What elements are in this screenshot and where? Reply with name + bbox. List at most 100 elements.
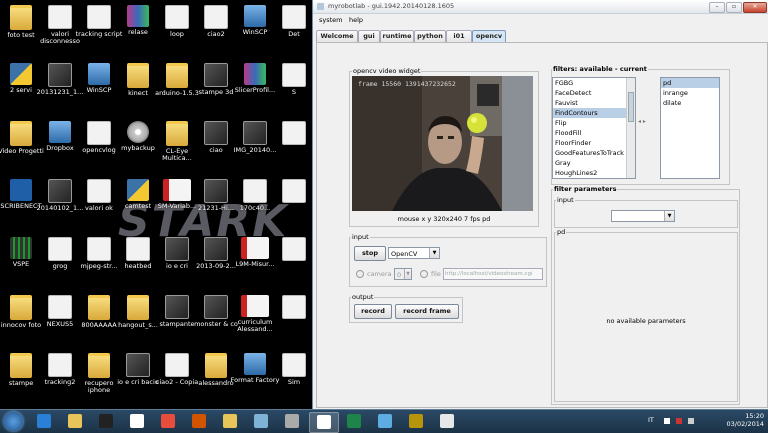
network-icon <box>378 414 392 428</box>
doc-icon <box>87 179 111 203</box>
taskbar-excel-button[interactable] <box>340 412 368 431</box>
taskbar-chrome-button[interactable] <box>154 412 182 431</box>
tab-welcome[interactable]: Welcome <box>316 30 358 42</box>
current-filters-list[interactable]: pd inrange dilate <box>660 77 720 179</box>
camera-index-select[interactable]: 0 ▼ <box>394 268 412 280</box>
img-icon <box>204 237 228 261</box>
title-bar[interactable]: myrobotlab - gui.1942.20140128.1605 – ▫ … <box>313 0 768 14</box>
doc-icon <box>282 353 306 377</box>
exe-icon <box>244 5 266 27</box>
close-button[interactable]: ✕ <box>743 2 767 13</box>
maximize-button[interactable]: ▫ <box>726 2 742 13</box>
video-widget-group: opencv video widget frame 15560 13914372… <box>349 67 539 227</box>
zip-icon <box>244 63 266 85</box>
taskbar-java-button[interactable] <box>123 412 151 431</box>
doc-icon <box>243 179 267 203</box>
taskbar-settings-button[interactable] <box>278 412 306 431</box>
taskbar-network-button[interactable] <box>371 412 399 431</box>
available-filter-item[interactable]: FloodFill <box>553 128 635 138</box>
current-filter-item[interactable]: pd <box>661 78 719 88</box>
current-filter-item[interactable]: dilate <box>661 98 719 108</box>
input-label: input <box>351 233 370 241</box>
available-filter-item[interactable]: FloorFinder <box>553 138 635 148</box>
desktop-icon[interactable] <box>269 176 312 232</box>
desktop-icon[interactable]: Sim <box>269 350 312 406</box>
taskbar-media-button[interactable] <box>247 412 275 431</box>
img-icon <box>204 179 228 203</box>
doc-icon <box>87 5 111 29</box>
start-button[interactable] <box>4 412 23 431</box>
param-input-select[interactable]: ▼ <box>611 210 675 222</box>
stop-button[interactable]: stop <box>354 246 386 261</box>
menu-system[interactable]: system <box>319 16 343 24</box>
taskbar-powerpoint-button[interactable] <box>185 412 213 431</box>
file-radio[interactable] <box>420 270 428 278</box>
folder-icon <box>10 5 32 30</box>
volume-icon[interactable] <box>688 418 694 424</box>
java2-icon <box>317 415 331 429</box>
tab-gui[interactable]: gui <box>358 30 380 42</box>
file-url-input[interactable] <box>443 268 543 280</box>
available-filter-item[interactable]: FGBG <box>553 78 635 88</box>
network-status-icon[interactable] <box>676 418 682 424</box>
desktop-icon[interactable]: Det <box>269 2 312 58</box>
camera-radio[interactable] <box>356 270 364 278</box>
folder-icon <box>205 353 227 378</box>
record-frame-button[interactable]: record frame <box>395 304 459 319</box>
menu-bar: system help <box>313 14 768 24</box>
taskbar-explorer-button[interactable] <box>61 412 89 431</box>
move-filter-arrows[interactable]: ◂ ▸ <box>638 118 646 125</box>
tab-python[interactable]: python <box>414 30 446 42</box>
filters-label: filters: available - current <box>552 65 648 73</box>
flag-icon[interactable] <box>664 418 670 424</box>
available-filters-list[interactable]: FGBG FaceDetect Fauvist FindContours Flip Flo… <box>552 77 636 179</box>
language-indicator[interactable]: IT <box>648 416 654 424</box>
grabber-select[interactable]: OpenCV ▼ <box>388 247 440 259</box>
taskbar-arduino-button[interactable] <box>402 412 430 431</box>
taskbar-cmd-button[interactable] <box>92 412 120 431</box>
tab-opencv[interactable]: opencv <box>472 30 506 42</box>
taskbar-java2-button[interactable] <box>309 412 339 433</box>
desktop-icon[interactable] <box>269 234 312 290</box>
doc-icon <box>282 63 306 87</box>
menu-help[interactable]: help <box>349 16 363 24</box>
record-button[interactable]: record <box>354 304 392 319</box>
img-icon <box>204 295 228 319</box>
taskbar-explorer2-button[interactable] <box>216 412 244 431</box>
py-icon <box>10 63 32 85</box>
output-group: output record record frame <box>349 293 463 323</box>
available-filter-item[interactable]: Flip <box>553 118 635 128</box>
tab-runtime[interactable]: runtime <box>380 30 414 42</box>
video-frame[interactable]: frame 15560 1391437232652 <box>352 76 533 211</box>
minimize-button[interactable]: – <box>709 2 725 13</box>
available-filter-item[interactable]: FindContours <box>553 108 635 118</box>
exe-icon <box>88 63 110 85</box>
available-filter-item[interactable]: HoughLines2 <box>553 168 635 178</box>
available-filters-scrollbar[interactable] <box>626 78 635 178</box>
explorer2-icon <box>223 414 237 428</box>
available-filter-item[interactable]: Fauvist <box>553 98 635 108</box>
taskbar-notepad-button[interactable] <box>433 412 461 431</box>
available-filter-item[interactable]: FaceDetect <box>553 88 635 98</box>
file-label: file <box>431 270 441 278</box>
pdf-icon <box>241 295 269 317</box>
desktop-icon[interactable] <box>269 118 312 174</box>
chevron-down-icon: ▼ <box>429 248 439 258</box>
desktop-icon[interactable] <box>269 292 312 348</box>
taskbar-ie-button[interactable] <box>30 412 58 431</box>
param-input-group: input ▼ <box>554 196 738 228</box>
vspe-icon <box>10 237 32 259</box>
available-filter-item[interactable]: Gray <box>553 158 635 168</box>
folder-icon <box>88 295 110 320</box>
clock[interactable]: 15:20 03/02/2014 <box>727 412 764 428</box>
available-filter-item[interactable]: GoodFeaturesToTrack <box>553 148 635 158</box>
tab-i01[interactable]: i01 <box>446 30 472 42</box>
doc-icon <box>165 353 189 377</box>
camera-label: camera <box>367 270 392 278</box>
current-filter-item[interactable]: inrange <box>661 88 719 98</box>
desktop-icon[interactable]: S <box>269 60 312 116</box>
desktop-icon-label: S <box>291 89 297 96</box>
ie-icon <box>37 414 51 428</box>
doc-icon <box>282 5 306 29</box>
chevron-down-icon: ▼ <box>664 211 674 221</box>
